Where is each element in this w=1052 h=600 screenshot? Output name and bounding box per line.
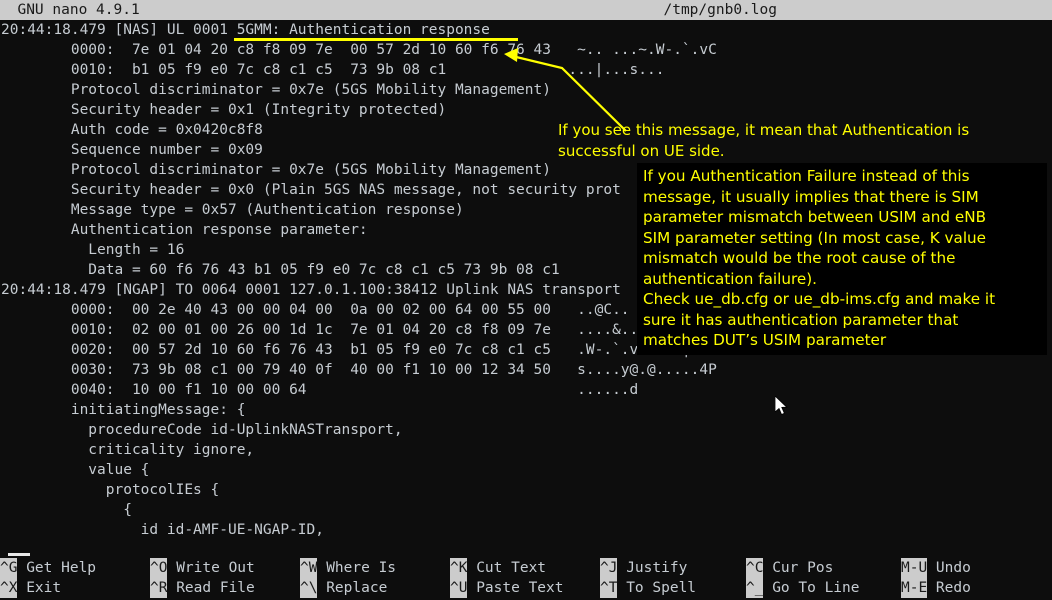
shortcut-label: Where Is <box>317 560 397 576</box>
annotation-line: parameter mismatch between USIM and eNB <box>643 208 986 226</box>
annotation-line: SIM parameter setting (In most case, K v… <box>643 228 987 247</box>
log-line: procedureCode id-UplinkNASTransport, <box>1 422 403 438</box>
shortcut-label: Write Out <box>167 560 255 576</box>
shortcut-item[interactable]: ^K Cut Text <box>450 558 600 578</box>
log-line: 0000: 7e 01 04 20 c8 f8 09 7e 00 57 2d 1… <box>1 42 717 58</box>
annotation-line: sure it has authentication parameter tha… <box>643 310 959 329</box>
highlight-underline <box>234 38 518 41</box>
shortcut-label: Redo <box>927 580 971 596</box>
shortcut-key: ^U <box>450 578 468 598</box>
shortcut-item[interactable]: M-U Undo <box>901 558 971 578</box>
shortcut-item[interactable]: ^T To Spell <box>600 578 746 598</box>
log-line: protocolIEs { <box>1 482 220 498</box>
shortcut-key: ^X <box>0 578 18 598</box>
shortcut-item[interactable]: ^W Where Is <box>300 558 450 578</box>
log-line: 20:44:18.479 [NAS] UL 0001 5GMM: Authent… <box>1 22 490 38</box>
shortcut-key: ^G <box>0 558 18 578</box>
shortcut-key: ^C <box>746 558 764 578</box>
nano-text-area[interactable]: 20:44:18.479 [NAS] UL 0001 5GMM: Authent… <box>0 20 1052 556</box>
shortcut-key: ^O <box>150 558 168 578</box>
annotation-note-failure: If you Authentication Failure instead of… <box>637 163 1047 355</box>
shortcut-key: M-E <box>901 578 928 598</box>
annotation-line: message, it usually implies that there i… <box>643 187 979 206</box>
text-cursor <box>8 553 30 556</box>
log-line: criticality ignore, <box>1 442 255 458</box>
shortcut-label: Justify <box>617 560 688 576</box>
shortcut-key: ^K <box>450 558 468 578</box>
annotation-line: Check ue_db.cfg or ue_db-ims.cfg and mak… <box>643 290 996 308</box>
shortcut-item[interactable]: ^O Write Out <box>150 558 300 578</box>
title-gap <box>140 2 664 18</box>
shortcut-label: Go To Line <box>763 580 860 596</box>
shortcut-item[interactable]: ^\ Replace <box>300 578 450 598</box>
log-line: id id-AMF-UE-NGAP-ID, <box>1 522 325 538</box>
shortcut-item[interactable]: ^J Justify <box>600 558 746 578</box>
shortcut-label: Get Help <box>17 560 97 576</box>
nano-shortcut-bar: ^G Get Help ^O Write Out ^W Where Is ^K Cut… <box>0 558 1052 600</box>
shortcut-label: Exit <box>17 580 62 596</box>
annotation-line: matches DUT’s USIM parameter <box>643 331 887 349</box>
shortcut-label: Cur Pos <box>763 560 834 576</box>
shortcut-label: Paste Text <box>467 580 564 596</box>
app-title: GNU nano 4.9.1 <box>17 2 140 18</box>
shortcut-item[interactable]: ^U Paste Text <box>450 578 600 598</box>
annotation-line: mismatch would be the root cause of the <box>643 249 956 267</box>
log-line: 0030: 73 9b 08 c1 00 79 40 0f 40 00 f1 1… <box>1 362 717 378</box>
nano-title-bar: GNU nano 4.9.1 /tmp/gnb0.log <box>0 0 1052 20</box>
shortcut-key: ^J <box>600 558 618 578</box>
log-line: 0040: 10 00 f1 10 00 00 64 ......d <box>1 382 639 398</box>
file-path-title: /tmp/gnb0.log <box>663 2 777 18</box>
shortcut-key: ^W <box>300 558 318 578</box>
shortcut-label: Undo <box>927 560 971 576</box>
shortcut-item[interactable]: M-E Redo <box>901 578 971 598</box>
shortcut-label: Replace <box>317 580 388 596</box>
shortcut-label: Read File <box>167 580 255 596</box>
shortcut-key: ^T <box>600 578 618 598</box>
annotation-line: successful on UE side. <box>558 142 725 160</box>
shortcut-key: M-U <box>901 558 928 578</box>
shortcut-label: To Spell <box>617 580 697 596</box>
annotation-line: authentication failure). <box>643 269 817 288</box>
shortcut-row-2: ^X Exit ^R Read File ^\ Replace ^U Paste Te… <box>0 578 1052 598</box>
shortcut-label: Cut Text <box>467 560 547 576</box>
shortcut-item[interactable]: ^R Read File <box>150 578 300 598</box>
shortcut-key: ^\ <box>300 578 318 598</box>
title-left-spacer <box>0 2 17 18</box>
log-line: 0010: b1 05 f9 e0 7c c8 c1 c5 73 9b 08 c… <box>1 62 665 78</box>
shortcut-item[interactable]: ^_ Go To Line <box>746 578 901 598</box>
log-line: { <box>1 502 132 518</box>
log-line: Protocol discriminator = 0x7e (5GS Mobil… <box>1 82 551 98</box>
annotation-note-success: If you see this message, it mean that Au… <box>558 120 1028 162</box>
log-line: Security header = 0x1 (Integrity protect… <box>1 102 447 118</box>
log-line: value { <box>1 462 150 478</box>
shortcut-key: ^_ <box>746 578 764 598</box>
shortcut-row-1: ^G Get Help ^O Write Out ^W Where Is ^K Cut… <box>0 558 1052 578</box>
annotation-line: If you see this message, it mean that Au… <box>558 121 970 139</box>
shortcut-key: ^R <box>150 578 168 598</box>
shortcut-item[interactable]: ^X Exit <box>0 578 150 598</box>
shortcut-item[interactable]: ^G Get Help <box>0 558 150 578</box>
annotation-line: If you Authentication Failure instead of… <box>643 167 970 185</box>
shortcut-item[interactable]: ^C Cur Pos <box>746 558 901 578</box>
log-line: initiatingMessage: { <box>1 402 246 418</box>
